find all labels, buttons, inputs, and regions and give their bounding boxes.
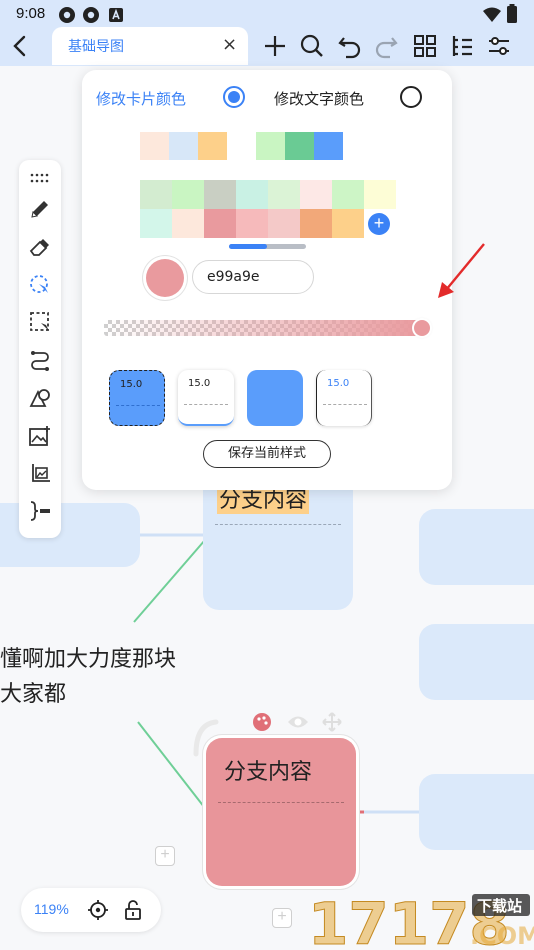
recent-color-swatch[interactable] (314, 132, 343, 160)
style-preset-value: 15.0 (120, 379, 143, 390)
recent-color-swatch[interactable] (140, 132, 169, 160)
palette-page-indicator (229, 244, 306, 249)
recent-color-swatch[interactable] (169, 132, 198, 160)
opacity-slider[interactable] (104, 320, 424, 336)
palette-icon[interactable] (252, 712, 272, 736)
palette-color-swatch[interactable] (140, 180, 172, 209)
locate-crosshair-icon[interactable] (87, 899, 109, 925)
palette-color-swatch[interactable] (236, 209, 268, 238)
zoom-level[interactable]: 119% (34, 901, 69, 917)
palette-color-swatch[interactable] (140, 209, 172, 238)
move-arrows-icon[interactable] (322, 712, 342, 736)
shapes-icon[interactable] (28, 386, 52, 410)
palette-color-swatch[interactable] (268, 209, 300, 238)
recent-color-swatch[interactable] (285, 132, 314, 160)
node-divider (215, 524, 341, 525)
style-preset-2[interactable]: 15.0 (178, 370, 234, 426)
palette-color-swatch[interactable] (300, 180, 332, 209)
text-color-label[interactable]: 修改文字颜色 (274, 88, 364, 109)
branch-node-right-1[interactable] (419, 509, 534, 585)
card-color-label[interactable]: 修改卡片颜色 (96, 88, 186, 109)
watermark-badge: 下载站 (477, 897, 522, 915)
palette-color-swatch[interactable] (332, 209, 364, 238)
palette-color-swatch[interactable] (364, 180, 396, 209)
palette-color-swatch[interactable] (204, 209, 236, 238)
palette-color-swatch[interactable] (300, 209, 332, 238)
visibility-eye-icon[interactable] (287, 714, 309, 734)
watermark-domain: .COM (470, 922, 534, 950)
style-preset-3[interactable] (247, 370, 303, 426)
add-child-button-left[interactable]: + (155, 846, 175, 866)
style-preset-4[interactable]: 15.0 (316, 370, 372, 426)
node-divider (218, 802, 344, 803)
opacity-slider-handle[interactable] (414, 320, 430, 336)
branch-node-top[interactable]: 分支内容 (203, 470, 353, 610)
image-crop-icon[interactable] (28, 462, 52, 486)
annotation-arrow-icon (438, 243, 485, 298)
style-preset-value: 15.0 (188, 378, 211, 389)
free-text-line-1[interactable]: 懂啊加大力度那块 (0, 641, 176, 673)
palette-color-swatch[interactable] (236, 180, 268, 209)
watermark-logo: 17178 下载站 .COM (308, 890, 534, 950)
selected-branch-node[interactable]: 分支内容 (206, 738, 356, 886)
branch-node-right-2[interactable] (419, 624, 534, 700)
add-color-button[interactable]: + (368, 213, 390, 235)
card-color-radio[interactable] (223, 86, 245, 108)
tool-palette (19, 160, 61, 538)
palette-color-swatch[interactable] (172, 209, 204, 238)
drag-handle-icon[interactable] (28, 166, 52, 190)
recent-color-swatch[interactable] (198, 132, 227, 160)
box-select-icon[interactable] (28, 310, 52, 334)
palette-color-swatch[interactable] (204, 180, 236, 209)
free-text-line-2[interactable]: 大家都 (0, 676, 66, 708)
hex-color-input[interactable]: e99a9e (192, 260, 314, 294)
palette-color-swatch[interactable] (172, 180, 204, 209)
palette-color-swatch[interactable] (268, 180, 300, 209)
summary-bracket-icon[interactable] (28, 499, 52, 523)
lasso-select-icon[interactable] (28, 273, 52, 297)
selected-node-label: 分支内容 (224, 760, 313, 785)
recent-color-swatch[interactable] (256, 132, 285, 160)
insert-image-icon[interactable] (28, 424, 52, 448)
style-preset-value: 15.0 (327, 378, 350, 389)
pencil-icon[interactable] (28, 197, 52, 221)
zoom-bar: 119% (21, 888, 161, 932)
current-color-swatch[interactable] (146, 259, 184, 297)
style-preset-1[interactable]: 15.0 (109, 370, 165, 426)
save-style-button[interactable]: 保存当前样式 (203, 440, 331, 468)
branch-node-right-3[interactable] (419, 774, 534, 850)
connector-tool-icon[interactable] (28, 348, 52, 372)
palette-color-swatch[interactable] (332, 180, 364, 209)
eraser-icon[interactable] (28, 235, 52, 259)
color-panel: 修改卡片颜色 修改文字颜色 + e99a9e 15.0 15.0 15.0 保存… (82, 70, 452, 490)
unlock-icon[interactable] (123, 899, 143, 925)
text-color-radio[interactable] (400, 86, 422, 108)
add-child-button-bottom[interactable]: + (272, 908, 292, 928)
